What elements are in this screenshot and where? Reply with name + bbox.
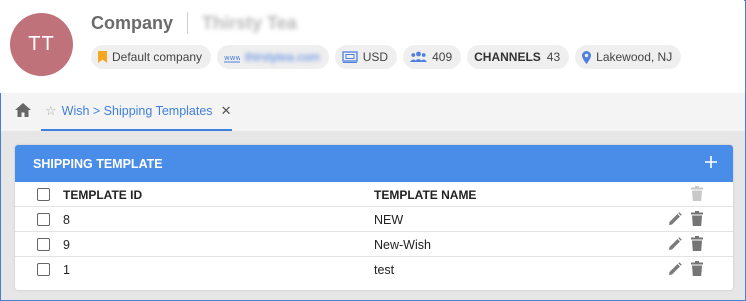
company-label: Company	[91, 12, 174, 33]
close-icon[interactable]: ✕	[221, 103, 232, 119]
select-all-checkbox[interactable]	[37, 188, 50, 201]
row-checkbox[interactable]	[37, 238, 50, 251]
location-value: Lakewood, NJ	[596, 50, 673, 64]
channels-chip[interactable]: CHANNELS 43	[467, 45, 570, 69]
bookmark-icon	[98, 51, 107, 63]
panel-header: SHIPPING TEMPLATE	[15, 145, 733, 182]
table-row[interactable]: 9 New-Wish	[15, 232, 733, 257]
trash-icon[interactable]	[691, 186, 703, 204]
row-checkbox[interactable]	[37, 263, 50, 276]
default-company-label: Default company	[112, 50, 203, 64]
panel-title: SHIPPING TEMPLATE	[33, 156, 163, 171]
main-content: SHIPPING TEMPLATE TEMPLATE ID TEMPLATE N…	[1, 131, 745, 300]
company-name: Thirsty Tea	[202, 12, 297, 33]
template-id-cell: 1	[63, 263, 70, 277]
avatar[interactable]: TT	[10, 13, 73, 76]
svg-text:www: www	[224, 54, 240, 62]
table-row[interactable]: 8 NEW	[15, 207, 733, 232]
shipping-template-panel: SHIPPING TEMPLATE TEMPLATE ID TEMPLATE N…	[15, 145, 733, 290]
default-company-chip[interactable]: Default company	[91, 45, 212, 69]
star-icon[interactable]: ☆	[45, 103, 57, 119]
template-name-cell: New-Wish	[374, 238, 431, 252]
column-header-template-id[interactable]: TEMPLATE ID	[63, 188, 142, 202]
table-header-row: TEMPLATE ID TEMPLATE NAME	[15, 182, 733, 207]
row-checkbox[interactable]	[37, 213, 50, 226]
users-count: 409	[432, 50, 453, 64]
website-chip[interactable]: www thirstytea.com	[217, 45, 329, 69]
users-chip[interactable]: 409	[403, 45, 462, 69]
globe-icon: www	[224, 51, 241, 63]
home-icon[interactable]	[14, 102, 32, 123]
currency-value: USD	[362, 50, 389, 64]
column-header-template-name[interactable]: TEMPLATE NAME	[374, 188, 476, 202]
pencil-icon[interactable]	[668, 212, 682, 229]
channels-label: CHANNELS	[474, 50, 541, 64]
website-link[interactable]: thirstytea.com	[245, 50, 320, 64]
template-id-cell: 9	[63, 238, 70, 252]
company-info-chips: Default company www thirstytea.com USD 4…	[91, 45, 682, 69]
channels-count: 43	[546, 50, 561, 64]
trash-icon[interactable]	[691, 211, 703, 229]
template-name-cell: test	[374, 263, 395, 277]
money-icon	[342, 51, 358, 63]
tab-label: Wish > Shipping Templates	[61, 104, 213, 118]
plus-icon[interactable]	[704, 152, 718, 175]
pencil-icon[interactable]	[668, 262, 682, 279]
company-title-row: Company Thirsty Tea	[91, 11, 297, 35]
trash-icon[interactable]	[691, 261, 703, 279]
location-chip[interactable]: Lakewood, NJ	[575, 45, 682, 69]
template-id-cell: 8	[63, 213, 70, 227]
template-name-cell: NEW	[374, 213, 404, 227]
table-row[interactable]: 1 test	[15, 257, 733, 282]
company-header: TT Company Thirsty Tea Default company w…	[0, 0, 744, 93]
map-pin-icon	[582, 50, 592, 64]
pencil-icon[interactable]	[668, 237, 682, 254]
trash-icon[interactable]	[691, 236, 703, 254]
currency-chip[interactable]: USD	[334, 45, 398, 69]
tab-bar: ☆ Wish > Shipping Templates ✕	[1, 93, 745, 131]
title-divider	[187, 12, 189, 34]
tab-shipping-templates[interactable]: ☆ Wish > Shipping Templates ✕	[41, 93, 232, 131]
users-icon	[410, 51, 428, 63]
